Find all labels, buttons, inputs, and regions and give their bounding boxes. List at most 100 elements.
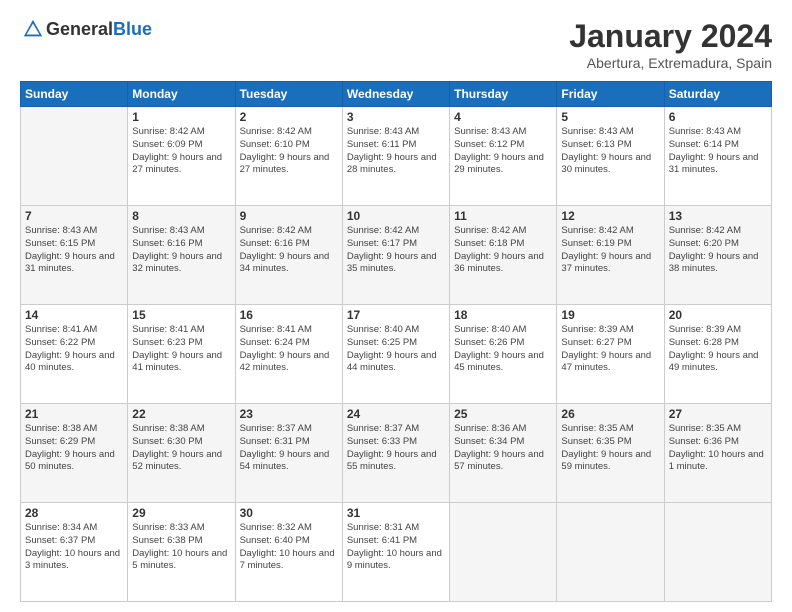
day-detail: Sunrise: 8:37 AMSunset: 6:33 PMDaylight:… <box>347 423 445 474</box>
col-wednesday: Wednesday <box>342 82 449 107</box>
day-detail: Sunrise: 8:38 AMSunset: 6:29 PMDaylight:… <box>25 423 123 474</box>
calendar-table: Sunday Monday Tuesday Wednesday Thursday… <box>20 81 772 602</box>
day-detail: Sunrise: 8:33 AMSunset: 6:38 PMDaylight:… <box>132 522 230 573</box>
day-detail: Sunrise: 8:42 AMSunset: 6:09 PMDaylight:… <box>132 126 230 177</box>
day-number: 24 <box>347 407 445 421</box>
table-row: 6Sunrise: 8:43 AMSunset: 6:14 PMDaylight… <box>664 107 771 206</box>
title-block: January 2024 Abertura, Extremadura, Spai… <box>569 18 772 71</box>
table-row: 16Sunrise: 8:41 AMSunset: 6:24 PMDayligh… <box>235 305 342 404</box>
calendar-week-row: 14 Sunrise: 8:41 AMSunset: 6:22 PMDayligh… <box>21 305 772 404</box>
table-row: 30Sunrise: 8:32 AMSunset: 6:40 PMDayligh… <box>235 503 342 602</box>
table-row: 18 Sunrise: 8:40 AMSunset: 6:26 PMDayligh… <box>450 305 557 404</box>
table-row <box>21 107 128 206</box>
day-detail: Sunrise: 8:42 AMSunset: 6:17 PMDaylight:… <box>347 225 445 276</box>
header: GeneralBlue January 2024 Abertura, Extre… <box>20 18 772 71</box>
day-number: 8 <box>132 209 230 223</box>
day-detail: Sunrise: 8:41 AMSunset: 6:23 PMDaylight:… <box>132 324 230 375</box>
day-number: 9 <box>240 209 338 223</box>
logo-blue: Blue <box>113 19 152 39</box>
table-row: 21Sunrise: 8:38 AMSunset: 6:29 PMDayligh… <box>21 404 128 503</box>
day-number: 20 <box>669 308 767 322</box>
day-detail: Sunrise: 8:39 AMSunset: 6:27 PMDaylight:… <box>561 324 659 375</box>
day-number: 14 <box>25 308 123 322</box>
table-row: 17Sunrise: 8:40 AMSunset: 6:25 PMDayligh… <box>342 305 449 404</box>
day-detail: Sunrise: 8:42 AMSunset: 6:19 PMDaylight:… <box>561 225 659 276</box>
logo-general: General <box>46 19 113 39</box>
table-row: 24 Sunrise: 8:37 AMSunset: 6:33 PMDayligh… <box>342 404 449 503</box>
day-detail: Sunrise: 8:43 AMSunset: 6:14 PMDaylight:… <box>669 126 767 177</box>
day-detail: Sunrise: 8:43 AMSunset: 6:13 PMDaylight:… <box>561 126 659 177</box>
day-number: 12 <box>561 209 659 223</box>
table-row: 7Sunrise: 8:43 AMSunset: 6:15 PMDaylight… <box>21 206 128 305</box>
calendar-week-row: 7Sunrise: 8:43 AMSunset: 6:15 PMDaylight… <box>21 206 772 305</box>
day-number: 2 <box>240 110 338 124</box>
location-title: Abertura, Extremadura, Spain <box>569 55 772 71</box>
table-row: 23 Sunrise: 8:37 AMSunset: 6:31 PMDayligh… <box>235 404 342 503</box>
table-row <box>450 503 557 602</box>
calendar-week-row: 21Sunrise: 8:38 AMSunset: 6:29 PMDayligh… <box>21 404 772 503</box>
col-thursday: Thursday <box>450 82 557 107</box>
day-detail: Sunrise: 8:41 AMSunset: 6:24 PMDaylight:… <box>240 324 338 375</box>
day-number: 3 <box>347 110 445 124</box>
day-detail: Sunrise: 8:43 AMSunset: 6:15 PMDaylight:… <box>25 225 123 276</box>
day-detail: Sunrise: 8:43 AMSunset: 6:12 PMDaylight:… <box>454 126 552 177</box>
col-monday: Monday <box>128 82 235 107</box>
day-detail: Sunrise: 8:35 AMSunset: 6:36 PMDaylight:… <box>669 423 767 474</box>
table-row: 12 Sunrise: 8:42 AMSunset: 6:19 PMDayligh… <box>557 206 664 305</box>
logo: GeneralBlue <box>20 18 152 40</box>
col-sunday: Sunday <box>21 82 128 107</box>
table-row: 19 Sunrise: 8:39 AMSunset: 6:27 PMDayligh… <box>557 305 664 404</box>
day-detail: Sunrise: 8:32 AMSunset: 6:40 PMDaylight:… <box>240 522 338 573</box>
day-number: 10 <box>347 209 445 223</box>
day-number: 5 <box>561 110 659 124</box>
day-detail: Sunrise: 8:37 AMSunset: 6:31 PMDaylight:… <box>240 423 338 474</box>
day-number: 23 <box>240 407 338 421</box>
day-number: 19 <box>561 308 659 322</box>
day-detail: Sunrise: 8:40 AMSunset: 6:26 PMDaylight:… <box>454 324 552 375</box>
day-number: 13 <box>669 209 767 223</box>
table-row: 3Sunrise: 8:43 AMSunset: 6:11 PMDaylight… <box>342 107 449 206</box>
day-detail: Sunrise: 8:38 AMSunset: 6:30 PMDaylight:… <box>132 423 230 474</box>
calendar-header-row: Sunday Monday Tuesday Wednesday Thursday… <box>21 82 772 107</box>
table-row: 15 Sunrise: 8:41 AMSunset: 6:23 PMDayligh… <box>128 305 235 404</box>
table-row: 26Sunrise: 8:35 AMSunset: 6:35 PMDayligh… <box>557 404 664 503</box>
day-detail: Sunrise: 8:41 AMSunset: 6:22 PMDaylight:… <box>25 324 123 375</box>
day-detail: Sunrise: 8:42 AMSunset: 6:16 PMDaylight:… <box>240 225 338 276</box>
table-row: 31 Sunrise: 8:31 AMSunset: 6:41 PMDayligh… <box>342 503 449 602</box>
day-number: 28 <box>25 506 123 520</box>
day-number: 11 <box>454 209 552 223</box>
day-number: 18 <box>454 308 552 322</box>
table-row: 2 Sunrise: 8:42 AMSunset: 6:10 PMDaylight… <box>235 107 342 206</box>
table-row: 29 Sunrise: 8:33 AMSunset: 6:38 PMDayligh… <box>128 503 235 602</box>
table-row: 25Sunrise: 8:36 AMSunset: 6:34 PMDayligh… <box>450 404 557 503</box>
table-row: 22 Sunrise: 8:38 AMSunset: 6:30 PMDayligh… <box>128 404 235 503</box>
table-row: 13 Sunrise: 8:42 AMSunset: 6:20 PMDayligh… <box>664 206 771 305</box>
col-friday: Friday <box>557 82 664 107</box>
table-row <box>557 503 664 602</box>
day-number: 29 <box>132 506 230 520</box>
day-detail: Sunrise: 8:42 AMSunset: 6:10 PMDaylight:… <box>240 126 338 177</box>
page: GeneralBlue January 2024 Abertura, Extre… <box>0 0 792 612</box>
table-row: 27Sunrise: 8:35 AMSunset: 6:36 PMDayligh… <box>664 404 771 503</box>
day-detail: Sunrise: 8:35 AMSunset: 6:35 PMDaylight:… <box>561 423 659 474</box>
table-row: 14 Sunrise: 8:41 AMSunset: 6:22 PMDayligh… <box>21 305 128 404</box>
day-detail: Sunrise: 8:43 AMSunset: 6:16 PMDaylight:… <box>132 225 230 276</box>
day-number: 15 <box>132 308 230 322</box>
col-saturday: Saturday <box>664 82 771 107</box>
day-detail: Sunrise: 8:42 AMSunset: 6:20 PMDaylight:… <box>669 225 767 276</box>
day-number: 22 <box>132 407 230 421</box>
table-row: 28Sunrise: 8:34 AMSunset: 6:37 PMDayligh… <box>21 503 128 602</box>
day-detail: Sunrise: 8:31 AMSunset: 6:41 PMDaylight:… <box>347 522 445 573</box>
table-row: 11 Sunrise: 8:42 AMSunset: 6:18 PMDayligh… <box>450 206 557 305</box>
logo-icon <box>22 18 44 40</box>
month-title: January 2024 <box>569 18 772 55</box>
day-number: 17 <box>347 308 445 322</box>
day-detail: Sunrise: 8:42 AMSunset: 6:18 PMDaylight:… <box>454 225 552 276</box>
table-row: 10 Sunrise: 8:42 AMSunset: 6:17 PMDayligh… <box>342 206 449 305</box>
day-number: 4 <box>454 110 552 124</box>
day-number: 31 <box>347 506 445 520</box>
table-row: 5 Sunrise: 8:43 AMSunset: 6:13 PMDaylight… <box>557 107 664 206</box>
table-row: 20Sunrise: 8:39 AMSunset: 6:28 PMDayligh… <box>664 305 771 404</box>
table-row: 9 Sunrise: 8:42 AMSunset: 6:16 PMDaylight… <box>235 206 342 305</box>
table-row: 8 Sunrise: 8:43 AMSunset: 6:16 PMDaylight… <box>128 206 235 305</box>
